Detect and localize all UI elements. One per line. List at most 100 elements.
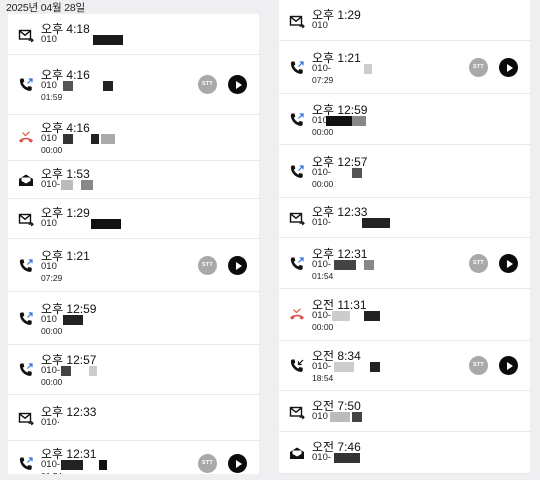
call-log-item[interactable]: 오후 12:57 010- 00:00 [8, 345, 259, 395]
phone-number: 010 [312, 20, 328, 31]
message-forward-icon [18, 211, 34, 227]
message-forward-icon [289, 210, 305, 226]
phone-number: 010 [41, 80, 57, 91]
phone-number: 010- [312, 310, 332, 321]
redacted-block [61, 180, 73, 190]
redacted-block [103, 81, 113, 91]
redacted-block [63, 81, 73, 91]
redacted-block [63, 134, 73, 144]
phone-outgoing-icon [18, 362, 34, 378]
redacted-block [334, 260, 356, 270]
call-log-item[interactable]: 오후 4:18 010 [8, 14, 259, 55]
phone-missed-icon [18, 130, 34, 146]
phone-outgoing-icon [18, 311, 34, 327]
call-log-item[interactable]: 오후 12:31010-01:54STT [279, 238, 530, 289]
call-log-item[interactable]: 오전 11:31 010- 00:00 [279, 289, 530, 341]
phone-number: 010- [312, 167, 332, 178]
phone-number: 010- [41, 179, 61, 190]
phone-number: 010- [41, 365, 61, 376]
phone-number: 010 [41, 261, 57, 272]
play-recording-button[interactable] [228, 256, 247, 275]
phone-number: 010- [312, 452, 332, 463]
redacted-block [81, 180, 93, 190]
redacted-block [63, 315, 83, 325]
call-duration: 00:00 [312, 179, 334, 189]
phone-number: 010- [312, 259, 332, 270]
redacted-block [326, 116, 352, 126]
redacted-block [364, 64, 372, 74]
call-log-item[interactable]: 오후 1:53 010- [8, 161, 259, 199]
play-recording-button[interactable] [228, 75, 247, 94]
call-duration: 01:54 [41, 471, 62, 474]
redacted-block [61, 366, 71, 376]
phone-outgoing-icon [289, 60, 305, 76]
redacted-block [362, 218, 390, 228]
call-log-item[interactable]: 오후 12:33 010- [279, 198, 530, 238]
message-forward-icon [18, 27, 34, 43]
phone-number: 010 [312, 411, 328, 422]
redacted-block [364, 260, 374, 270]
call-duration: 07:29 [312, 75, 334, 85]
call-log-item[interactable]: 오후 12:59 010 00:00 [8, 292, 259, 345]
call-log-item[interactable]: 오후 4:16 010 00:00 [8, 115, 259, 161]
play-recording-button[interactable] [499, 356, 518, 375]
message-forward-icon [289, 13, 305, 29]
redacted-block [352, 412, 362, 422]
call-duration: 00:00 [41, 377, 63, 387]
call-log-list-right[interactable]: 오후 1:29 010 오후 1:21 010- 07:29 STT 오후 12:59 010… [279, 0, 530, 474]
phone-incoming-icon [289, 358, 305, 374]
redacted-block [334, 362, 354, 372]
redacted-block [330, 412, 350, 422]
call-log-item[interactable]: 오후 1:29 010 [279, 0, 530, 41]
phone-number: 010 [41, 133, 57, 144]
play-recording-button[interactable] [499, 254, 518, 273]
stt-button[interactable]: STT [469, 356, 488, 375]
call-duration: 07:29 [41, 273, 63, 283]
phone-missed-icon [289, 307, 305, 323]
call-log-item[interactable]: 오후 12:59 010 00:00 [279, 94, 530, 145]
call-log-item[interactable]: 오후 12:33 010· [8, 395, 259, 441]
call-log-item[interactable]: 오전 7:50 010 [279, 391, 530, 432]
call-log-item[interactable]: 오후 4:16 010 01:59 STT [8, 55, 259, 115]
stt-button[interactable]: STT [198, 256, 217, 275]
call-log-item[interactable]: 오후 1:21 010 07:29 STT [8, 239, 259, 292]
call-duration: 00:00 [41, 326, 63, 336]
phone-outgoing-icon [18, 456, 34, 472]
redacted-block [332, 311, 350, 321]
call-log-list-left[interactable]: 오후 4:18 010 오후 4:16 010 01:59 STT 오후 4:16 010 00… [8, 14, 259, 474]
phone-outgoing-icon [18, 77, 34, 93]
redacted-block [352, 168, 362, 178]
call-log-item[interactable]: 오전 7:46 010- [279, 432, 530, 474]
redacted-block [334, 453, 360, 463]
phone-number: 010 [41, 314, 57, 325]
call-duration: 00:00 [312, 127, 334, 137]
play-recording-button[interactable] [499, 58, 518, 77]
play-recording-button[interactable] [228, 454, 247, 473]
stt-button[interactable]: STT [198, 454, 217, 473]
stt-button[interactable]: STT [469, 58, 488, 77]
envelope-open-icon [289, 445, 305, 461]
call-log-item[interactable]: 오후 1:29 010 [8, 199, 259, 239]
call-duration: 01:54 [312, 271, 334, 281]
call-log-item[interactable]: 오후 12:57 010- 00:00 [279, 145, 530, 198]
call-duration: 01:59 [41, 92, 63, 102]
redacted-block [91, 134, 99, 144]
call-log-item[interactable]: 오후 1:21 010- 07:29 STT [279, 41, 530, 94]
call-duration: 18:54 [312, 373, 334, 383]
phone-number: 010· [41, 417, 61, 428]
phone-outgoing-icon [289, 112, 305, 128]
stt-button[interactable]: STT [469, 254, 488, 273]
phone-outgoing-icon [289, 164, 305, 180]
call-log-item[interactable]: 오전 8:34 010- 18:54 STT [279, 341, 530, 391]
call-duration: 00:00 [41, 145, 63, 155]
stt-button[interactable]: STT [198, 75, 217, 94]
call-log-item[interactable]: 오후 12:31010-01:54STT [8, 441, 259, 474]
call-duration: 00:00 [312, 322, 334, 332]
phone-number: 010 [41, 34, 57, 45]
phone-number: 010- [312, 361, 332, 372]
envelope-open-icon [18, 172, 34, 188]
redacted-block [370, 362, 380, 372]
redacted-block [352, 116, 366, 126]
redacted-block [364, 311, 380, 321]
phone-number: 010- [312, 63, 332, 74]
